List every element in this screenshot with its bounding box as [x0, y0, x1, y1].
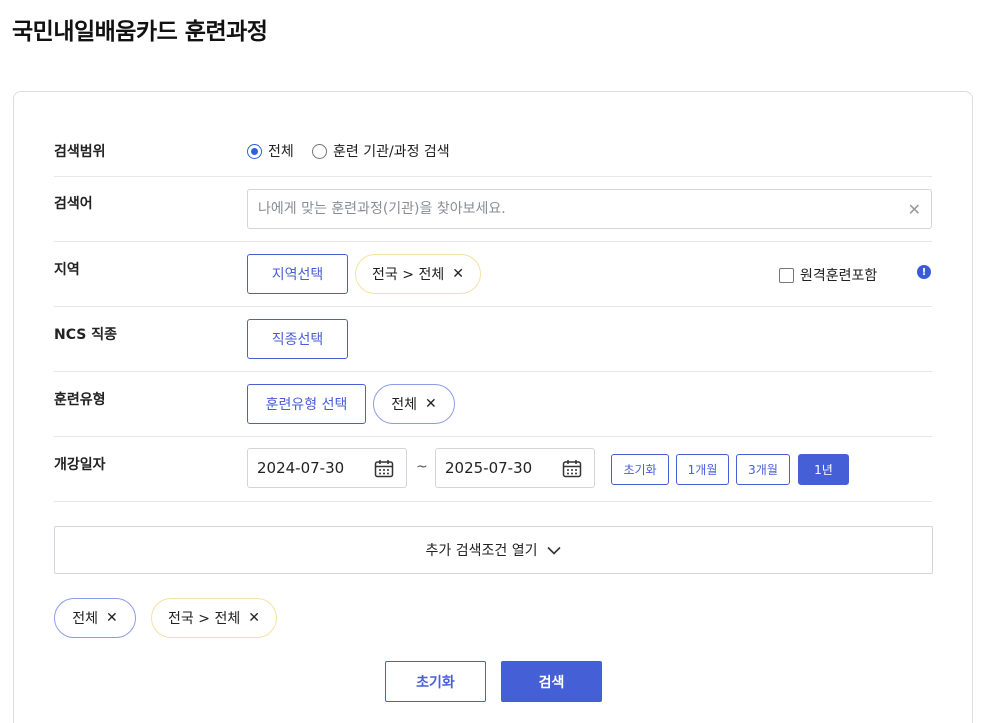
training-type-chip-remove-icon[interactable]: ✕: [425, 396, 437, 412]
scope-radio-all-label: 전체: [268, 144, 294, 160]
selected-chip-all: 전체 ✕: [54, 598, 136, 638]
region-label: 지역: [54, 262, 80, 278]
search-scope-label: 검색범위: [54, 144, 106, 160]
calendar-icon[interactable]: [374, 459, 394, 478]
start-date-to-value: 2025-07-30: [445, 459, 533, 477]
start-date-from-field[interactable]: 2024-07-30: [247, 448, 407, 488]
keyword-field: ✕: [247, 189, 932, 229]
selected-chip-remove-icon[interactable]: ✕: [248, 610, 260, 626]
training-type-chip: 전체 ✕: [373, 384, 455, 424]
date-1year-button[interactable]: 1년: [798, 454, 849, 485]
info-icon[interactable]: !: [917, 265, 931, 279]
selected-chip-label: 전체: [72, 611, 99, 627]
training-type-select-button[interactable]: 훈련유형 선택: [247, 384, 366, 424]
reset-button[interactable]: 초기화: [385, 661, 486, 702]
page-title: 국민내일배움카드 훈련과정: [12, 19, 268, 45]
remote-training-checkbox[interactable]: 원격훈련포함: [779, 265, 877, 285]
keyword-input[interactable]: [248, 190, 888, 228]
date-range-separator: ~: [416, 459, 428, 475]
search-panel: 검색범위 전체 훈련 기관/과정 검색 검색어 ✕ 지역 지역선택 전국 > 전…: [13, 91, 973, 723]
region-chip-remove-icon[interactable]: ✕: [452, 266, 464, 282]
date-reset-button[interactable]: 초기화: [611, 454, 669, 485]
training-type-row: 훈련유형: [54, 372, 932, 437]
region-select-button[interactable]: 지역선택: [247, 254, 348, 294]
scope-radio-institution[interactable]: 훈련 기관/과정 검색: [312, 141, 450, 161]
checkbox-box: [779, 267, 794, 283]
scope-radio-all[interactable]: 전체: [247, 141, 294, 161]
selected-chip-label: 전국 > 전체: [168, 611, 241, 627]
scope-radio-institution-label: 훈련 기관/과정 검색: [333, 144, 450, 160]
training-type-label: 훈련유형: [54, 392, 106, 408]
selected-chip-remove-icon[interactable]: ✕: [106, 610, 118, 626]
search-button[interactable]: 검색: [501, 661, 602, 702]
start-date-to-field[interactable]: 2025-07-30: [435, 448, 595, 488]
keyword-label: 검색어: [54, 196, 93, 212]
ncs-row: NCS 직종: [54, 307, 932, 372]
ncs-label: NCS 직종: [54, 327, 117, 343]
start-date-label: 개강일자: [54, 457, 106, 473]
start-date-from-value: 2024-07-30: [257, 459, 345, 477]
more-filters-label: 추가 검색조건 열기: [425, 543, 538, 559]
selected-chip-region: 전국 > 전체 ✕: [151, 598, 277, 638]
radio-unselected-icon: [312, 143, 327, 159]
more-filters-button[interactable]: 추가 검색조건 열기: [54, 526, 933, 574]
date-3month-button[interactable]: 3개월: [736, 454, 790, 485]
chevron-down-icon: [547, 546, 562, 555]
training-type-chip-label: 전체: [391, 397, 418, 413]
close-icon[interactable]: ✕: [908, 200, 921, 219]
radio-selected-icon: [247, 143, 262, 159]
ncs-select-button[interactable]: 직종선택: [247, 319, 348, 359]
remote-training-label: 원격훈련포함: [800, 268, 878, 284]
region-chip: 전국 > 전체 ✕: [355, 254, 481, 294]
search-scope-row: 검색범위 전체 훈련 기관/과정 검색: [54, 128, 932, 177]
date-1month-button[interactable]: 1개월: [676, 454, 729, 485]
region-chip-label: 전국 > 전체: [372, 267, 445, 283]
calendar-icon[interactable]: [562, 459, 582, 478]
